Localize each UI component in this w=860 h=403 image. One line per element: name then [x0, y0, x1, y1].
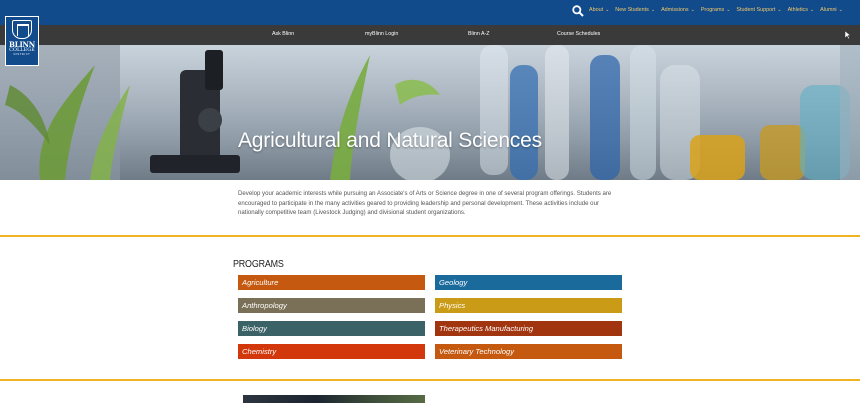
menu-item-label: Student Support	[736, 7, 776, 13]
menu-item-athletics[interactable]: Athletics ⌄	[788, 7, 815, 13]
menu-item-student-support[interactable]: Student Support ⌄	[736, 7, 781, 13]
menu-item-label: About	[589, 7, 604, 13]
menu-item-label: Alumni	[820, 7, 837, 13]
section-divider	[0, 235, 860, 237]
program-biology[interactable]: Biology	[238, 321, 425, 336]
main-menu: About ⌄ New Students ⌄ Admissions ⌄ Program…	[589, 7, 849, 13]
menu-item-label: New Students	[615, 7, 649, 13]
quick-link-blinn-a-z[interactable]: Blinn A-Z	[468, 31, 490, 37]
chevron-down-icon: ⌄	[726, 7, 731, 13]
programs-heading: PROGRAMS	[233, 258, 284, 270]
quick-links-bar: Ask Blinn myBlinn Login Blinn A-Z Course…	[0, 25, 860, 45]
program-label: Physics	[439, 301, 466, 310]
feature-image[interactable]	[243, 395, 425, 403]
program-label: Biology	[242, 324, 267, 333]
chevron-down-icon: ⌄	[777, 7, 782, 13]
menu-item-programs[interactable]: Programs ⌄	[701, 7, 731, 13]
crest-icon	[12, 20, 32, 39]
program-label: Veterinary Technology	[439, 347, 514, 356]
chevron-down-icon: ⌄	[605, 7, 610, 13]
laboratory-background-image	[0, 45, 860, 180]
quick-link-ask-blinn[interactable]: Ask Blinn	[272, 31, 294, 37]
mouse-cursor-icon	[844, 30, 852, 40]
page-title: Agricultural and Natural Sciences	[238, 129, 542, 152]
program-anthropology[interactable]: Anthropology	[238, 298, 425, 313]
program-geology[interactable]: Geology	[435, 275, 622, 290]
program-physics[interactable]: Physics	[435, 298, 622, 313]
program-chemistry[interactable]: Chemistry	[238, 344, 425, 359]
program-label: Anthropology	[242, 301, 287, 310]
quick-link-course-schedules[interactable]: Course Schedules	[557, 31, 600, 37]
program-label: Therapeutics Manufacturing	[439, 324, 534, 333]
menu-item-alumni[interactable]: Alumni ⌄	[820, 7, 843, 13]
quick-link-myblinn-login[interactable]: myBlinn Login	[365, 31, 398, 37]
program-agriculture[interactable]: Agriculture	[238, 275, 425, 290]
hero-banner: Agricultural and Natural Sciences	[0, 45, 860, 180]
program-label: Chemistry	[242, 347, 277, 356]
intro-paragraph: Develop your academic interests while pu…	[238, 190, 612, 217]
menu-item-label: Athletics	[787, 7, 808, 13]
chevron-down-icon: ⌄	[838, 7, 843, 13]
page: About ⌄ New Students ⌄ Admissions ⌄ Program…	[0, 0, 860, 403]
chevron-down-icon: ⌄	[690, 7, 695, 13]
logo-line-3: DISTRICT	[13, 53, 31, 56]
program-label: Geology	[439, 278, 468, 287]
menu-item-admissions[interactable]: Admissions ⌄	[661, 7, 695, 13]
menu-item-about[interactable]: About ⌄	[589, 7, 609, 13]
menu-item-label: Admissions	[661, 7, 689, 13]
top-navigation-bar: About ⌄ New Students ⌄ Admissions ⌄ Program…	[0, 0, 860, 25]
program-label: Agriculture	[242, 278, 279, 287]
program-therapeutics-manufacturing[interactable]: Therapeutics Manufacturing	[435, 321, 622, 336]
menu-item-new-students[interactable]: New Students ⌄	[615, 7, 655, 13]
chevron-down-icon: ⌄	[650, 7, 656, 13]
search-icon[interactable]	[572, 5, 584, 17]
menu-item-label: Programs	[700, 7, 725, 13]
section-divider	[0, 379, 860, 381]
chevron-down-icon: ⌄	[809, 7, 815, 13]
program-veterinary-technology[interactable]: Veterinary Technology	[435, 344, 622, 359]
blinn-college-logo[interactable]: BLINN COLLEGE DISTRICT	[5, 16, 39, 66]
